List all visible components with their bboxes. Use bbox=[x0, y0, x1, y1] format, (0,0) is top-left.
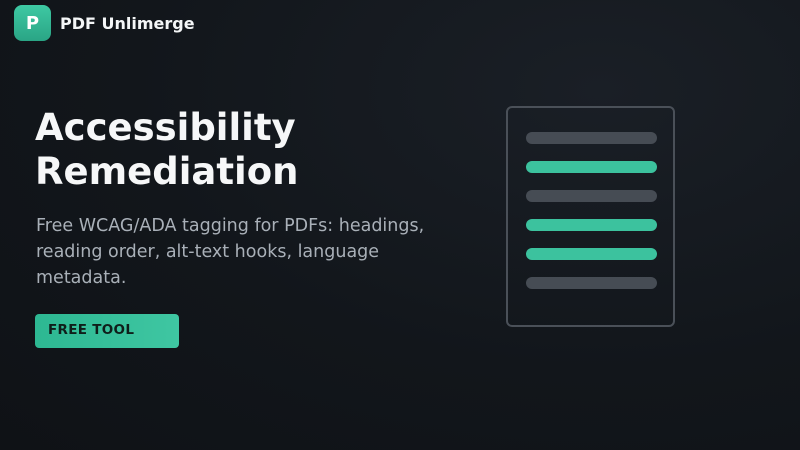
page-title-line-1: Accessibility bbox=[35, 106, 296, 149]
document-line bbox=[526, 219, 657, 231]
document-line bbox=[526, 161, 657, 173]
free-tool-button[interactable]: FREE TOOL bbox=[35, 314, 179, 348]
hero-description: Free WCAG/ADA tagging for PDFs: headings… bbox=[36, 216, 425, 288]
document-line bbox=[526, 132, 657, 144]
logo-letter: P bbox=[25, 12, 40, 34]
document-line bbox=[526, 190, 657, 202]
page-title: Accessibility Remediation bbox=[35, 106, 299, 194]
brand[interactable]: P PDF Unlimerge bbox=[14, 5, 195, 41]
document-line bbox=[526, 277, 657, 289]
document-line bbox=[526, 248, 657, 260]
document-icon bbox=[506, 106, 675, 327]
brand-name: PDF Unlimerge bbox=[60, 13, 195, 33]
logo-icon: P bbox=[14, 5, 51, 41]
page-title-line-2: Remediation bbox=[35, 150, 299, 193]
